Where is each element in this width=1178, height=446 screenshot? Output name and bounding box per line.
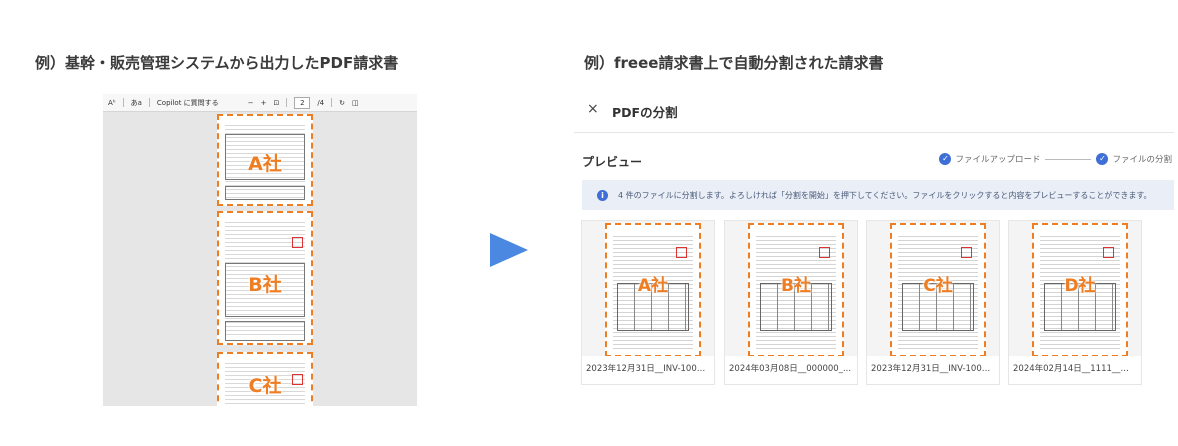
page-table: [225, 186, 305, 200]
page-table: [225, 321, 305, 341]
stamp: [961, 247, 972, 258]
company-label: A社: [637, 276, 669, 296]
zoom-in-button[interactable]: +: [261, 99, 267, 107]
info-text: 4 件のファイルに分割します。よろしければ「分割を開始」を押下してください。ファ…: [618, 190, 1152, 200]
file-name: 2023年12月31日__INV-10019...: [871, 364, 995, 374]
file-card[interactable]: D社 2024年02月14日__1111__山中...: [1008, 220, 1142, 385]
preview-label: プレビュー: [582, 155, 643, 169]
page-total: /4: [317, 98, 325, 107]
file-card[interactable]: B社 2024年03月08日__000000_...: [724, 220, 858, 385]
viewer-toolbar: Aʰ あa Copilot に質問する − + ⊡ 2 /4 ↻ ◫: [103, 94, 417, 112]
check-icon: ✓: [1096, 153, 1109, 165]
invoice-preview: C社: [890, 223, 986, 356]
toolbar-divider: [286, 98, 288, 107]
dialog-title: PDFの分割: [612, 105, 678, 120]
toolbar-divider: [331, 98, 333, 107]
right-heading: 例）freee請求書上で自動分割された請求書: [584, 54, 884, 72]
company-label: B社: [248, 274, 282, 296]
step-connector: [1045, 158, 1092, 160]
page-view-icon[interactable]: ◫: [352, 99, 359, 107]
file-card[interactable]: C社 2023年12月31日__INV-10019...: [866, 220, 1000, 385]
rotate-icon[interactable]: ↻: [339, 99, 345, 107]
stamp: [819, 247, 830, 258]
invoice-preview: B社: [748, 223, 844, 356]
file-name: 2024年02月14日__1111__山中...: [1013, 364, 1137, 374]
company-label: C社: [923, 276, 953, 296]
stepper: ✓ ファイルアップロード ✓ ファイルの分割: [939, 153, 1172, 165]
page-number-input[interactable]: 2: [294, 96, 311, 109]
company-label: D社: [1064, 276, 1096, 296]
text-size-icon[interactable]: Aʰ: [108, 99, 116, 107]
file-card[interactable]: A社 2023年12月31日__INV-10021...: [581, 220, 715, 385]
pdf-page: A社: [217, 114, 313, 206]
copilot-button[interactable]: Copilot に質問する: [157, 98, 219, 108]
info-banner: i 4 件のファイルに分割します。よろしければ「分割を開始」を押下してください。…: [582, 180, 1174, 210]
pdf-page: B社: [217, 211, 313, 345]
stamp: [292, 237, 303, 248]
invoice-preview: A社: [605, 223, 701, 356]
file-name: 2023年12月31日__INV-10021...: [586, 364, 710, 374]
file-thumbnail: D社: [1009, 221, 1141, 356]
stamp: [1103, 247, 1114, 258]
toolbar-divider: [148, 98, 150, 107]
toolbar-divider: [122, 98, 124, 107]
step-upload: ファイルアップロード: [955, 155, 1041, 165]
file-thumbnail: A社: [582, 221, 714, 356]
file-thumbnail: C社: [867, 221, 999, 356]
left-heading: 例）基幹・販売管理システムから出力したPDF請求書: [35, 54, 399, 72]
split-dialog: × PDFの分割 プレビュー ✓ ファイルアップロード ✓ ファイルの分割 i …: [574, 92, 1174, 402]
zoom-out-button[interactable]: −: [248, 99, 254, 107]
right-arrow-icon: [490, 233, 528, 267]
step-split: ファイルの分割: [1112, 155, 1172, 165]
invoice-preview: D社: [1032, 223, 1128, 356]
dialog-header: × PDFの分割: [574, 92, 1174, 133]
company-label: C社: [248, 375, 282, 397]
file-thumbnail: B社: [725, 221, 857, 356]
company-label: A社: [248, 153, 282, 175]
pdf-page: C社: [217, 352, 313, 406]
close-icon[interactable]: ×: [587, 101, 599, 117]
fit-page-icon[interactable]: ⊡: [273, 99, 279, 107]
pdf-viewer: Aʰ あa Copilot に質問する − + ⊡ 2 /4 ↻ ◫ A社 B社…: [103, 94, 417, 406]
stamp: [676, 247, 687, 258]
file-name: 2024年03月08日__000000_...: [729, 364, 852, 374]
company-label: B社: [781, 276, 811, 296]
info-icon: i: [597, 189, 608, 201]
read-aloud-icon[interactable]: あa: [131, 98, 142, 108]
check-icon: ✓: [939, 153, 952, 165]
